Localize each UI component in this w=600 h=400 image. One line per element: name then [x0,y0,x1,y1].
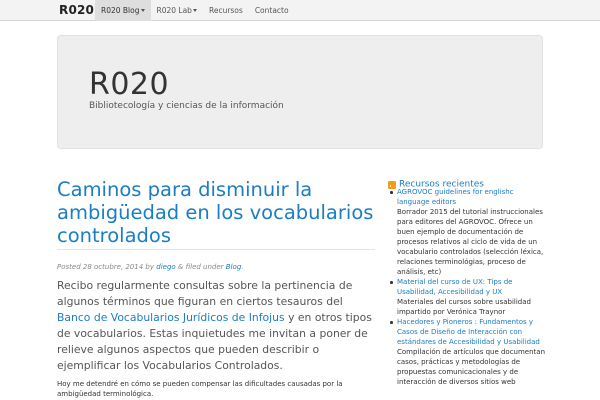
post-meta-filed: & filed under [177,263,224,271]
resource-description: Compilación de artículos que documentan … [397,348,546,386]
resource-link[interactable]: Material del curso de UX: Tips de Usabil… [397,277,547,297]
nav-item-label: Recursos [208,6,243,15]
post-lead: Recibo regularmente consultas sobre la p… [57,278,375,374]
hero-banner: R020 Bibliotecología y ciencias de la in… [57,35,543,149]
resource-description: Materiales del cursos sobre usabilidad i… [397,298,531,316]
post-lead-text: Recibo regularmente consultas sobre la p… [57,279,353,308]
site-title: R020 [89,67,170,102]
brand-logo[interactable]: R020 [59,3,94,17]
top-navbar: R020 R020 Blog R020 Lab Recursos Contact… [0,0,600,21]
infojus-link[interactable]: Banco de Vocabularios Jurídicos de Infoj… [57,311,285,324]
post-meta-period: . [241,263,244,271]
list-item: Hacedores y Pioneros : Fundamentos y Cas… [390,317,547,387]
resource-link[interactable]: AGROVOC guidelines for englishc language… [397,187,547,207]
post-paragraph: Hoy me detendré en cómo se pueden compen… [57,380,343,398]
list-item: Material del curso de UX: Tips de Usabil… [390,277,547,317]
nav-item-label: Contacto [254,6,289,15]
divider [57,249,375,250]
caret-down-icon [192,9,197,12]
site-tagline: Bibliotecología y ciencias de la informa… [89,101,284,111]
list-item: AGROVOC guidelines for englishc language… [390,187,547,277]
nav-item-label: R020 Lab [156,6,192,15]
rss-icon[interactable] [388,180,396,189]
resource-list: AGROVOC guidelines for englishc language… [390,187,547,387]
post-category-link[interactable]: Blog [226,263,241,271]
nav-item-r020-blog[interactable]: R020 Blog [95,0,151,21]
post-meta-posted: Posted 28 octubre, 2014 by [57,263,155,271]
nav-item-contacto[interactable]: Contacto [249,0,295,21]
blog-post: Caminos para disminuir la ambigüedad en … [57,178,375,398]
nav-item-r020-lab[interactable]: R020 Lab [151,0,203,21]
resource-description: Borrador 2015 del tutorial instruccional… [397,208,544,276]
resource-link[interactable]: Hacedores y Pioneros : Fundamentos y Cas… [397,317,547,347]
nav-item-label: R020 Blog [101,6,140,15]
post-meta: Posted 28 octubre, 2014 by diego & filed… [57,263,244,271]
caret-down-icon [140,9,145,12]
post-author-link[interactable]: diego [156,263,175,271]
post-title[interactable]: Caminos para disminuir la ambigüedad en … [57,178,375,247]
nav-item-recursos[interactable]: Recursos [203,0,249,21]
nav-menu: R020 Blog R020 Lab Recursos Contacto [95,0,295,21]
